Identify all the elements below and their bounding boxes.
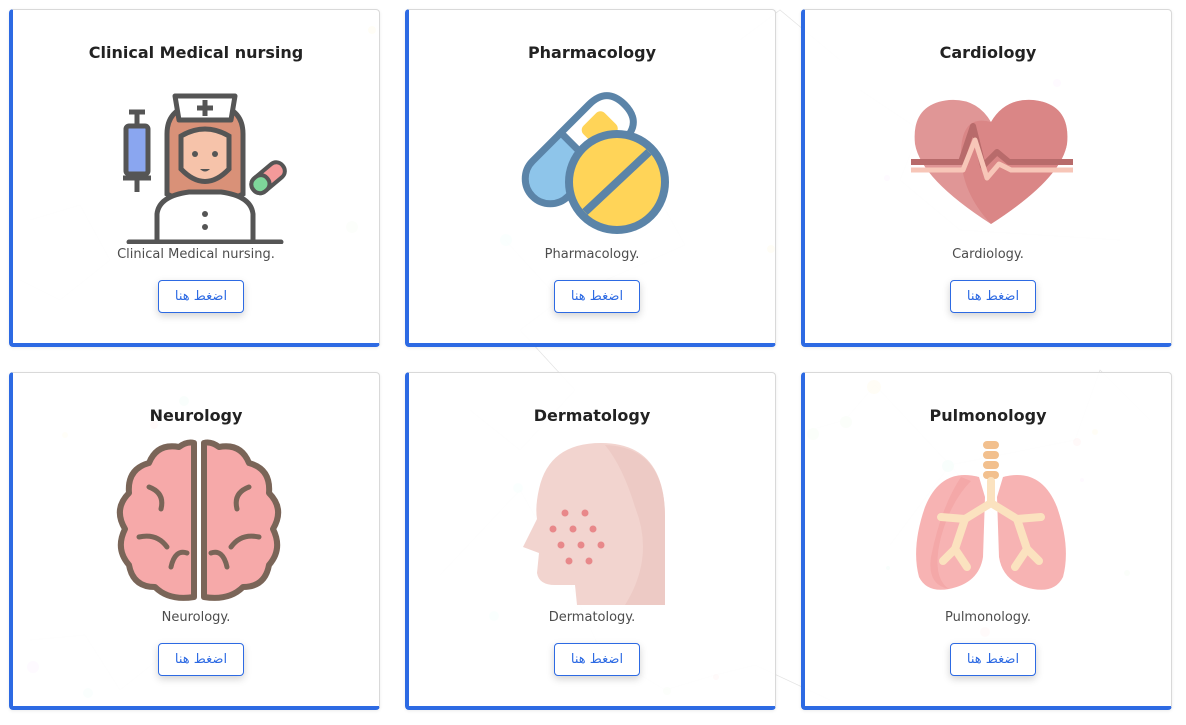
card-title: Dermatology <box>533 406 651 425</box>
card-neurology: Neurology Neurology. اضغط هنا <box>9 372 380 710</box>
card-description: Dermatology. <box>548 610 636 625</box>
card-description: Pulmonology. <box>944 610 1032 625</box>
click-here-button[interactable]: اضغط هنا <box>158 280 244 313</box>
click-here-button[interactable]: اضغط هنا <box>950 280 1036 313</box>
card-description: Clinical Medical nursing. <box>117 247 275 262</box>
specialty-card-grid: Clinical Medical nursing Clinical Medica… <box>0 0 1186 725</box>
card-title: Pharmacology <box>527 43 657 62</box>
lungs-icon <box>901 437 1081 607</box>
click-here-button[interactable]: اضغط هنا <box>554 280 640 313</box>
card-title: Neurology <box>149 406 243 425</box>
card-title: Pulmonology <box>929 406 1047 425</box>
card-title: Cardiology <box>939 43 1037 62</box>
card-cardiology: Cardiology Cardiology. اضغط هنا <box>801 9 1172 347</box>
click-here-button[interactable]: اضغط هنا <box>158 643 244 676</box>
heart-pulse-icon <box>901 74 1081 244</box>
card-description: Cardiology. <box>952 247 1024 262</box>
card-description: Pharmacology. <box>544 247 640 262</box>
click-here-button[interactable]: اضغط هنا <box>950 643 1036 676</box>
card-pharmacology: Pharmacology Pharmacology. اضغط هنا <box>405 9 776 347</box>
click-here-button[interactable]: اضغط هنا <box>554 643 640 676</box>
card-title: Clinical Medical nursing <box>88 43 304 62</box>
brain-icon <box>109 437 289 607</box>
face-skin-icon <box>505 437 685 607</box>
card-description: Neurology. <box>161 610 231 625</box>
nurse-icon <box>109 74 289 244</box>
pill-capsule-icon <box>505 74 685 244</box>
card-dermatology: Dermatology Dermatology. اضغط هنا <box>405 372 776 710</box>
card-pulmonology: Pulmonology Pulmonology. اضغط هنا <box>801 372 1172 710</box>
card-clinical-medical-nursing: Clinical Medical nursing Clinical Medica… <box>9 9 380 347</box>
